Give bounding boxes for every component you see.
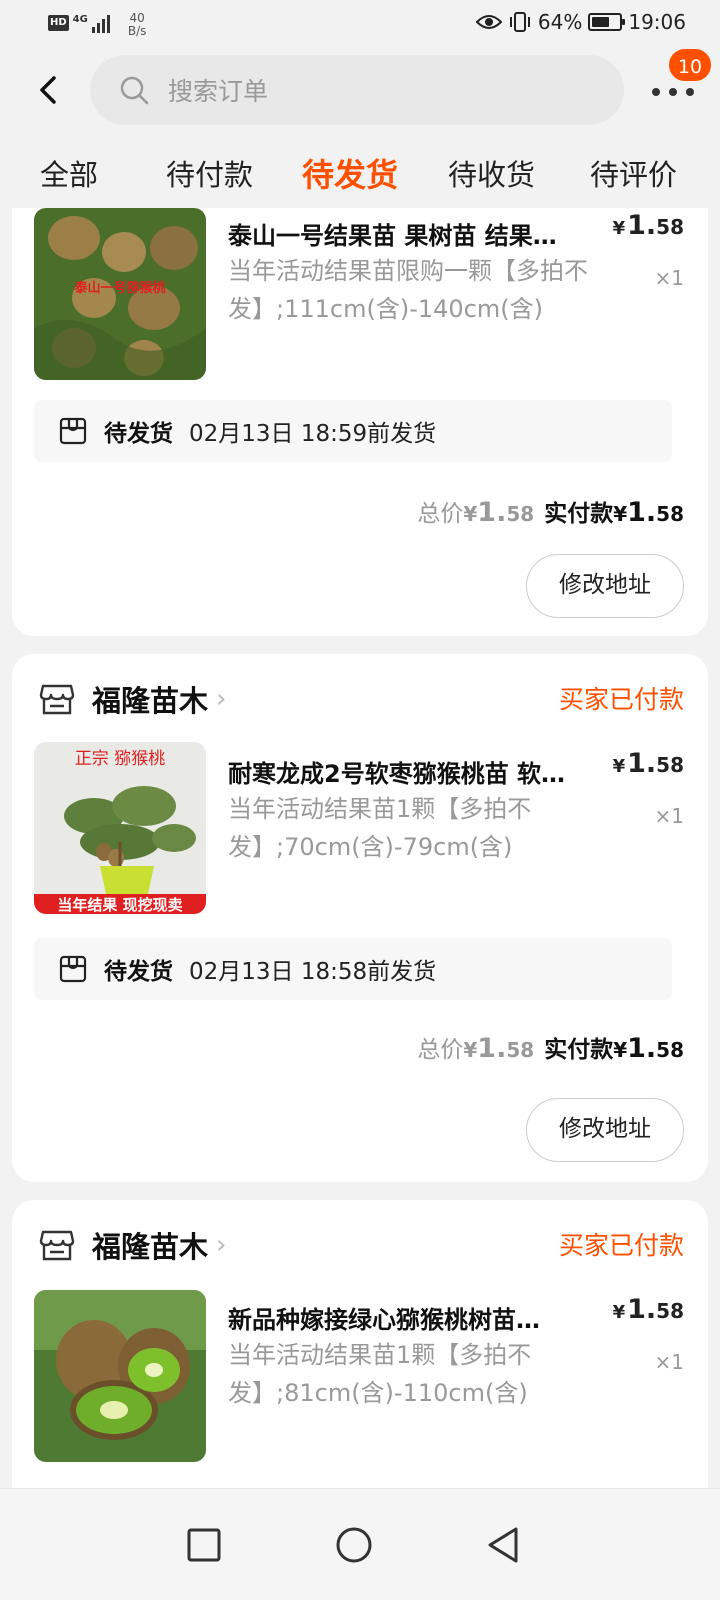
thumb-bottom-caption: 当年结果 现挖现卖 [57, 896, 182, 914]
product-price: ¥1.58 [612, 210, 684, 241]
product-sku: 当年活动结果苗1颗【多拍不发】;70cm(含)-79cm(含) [228, 795, 532, 861]
order-status: 买家已付款 [558, 1231, 684, 1260]
package-icon [59, 955, 87, 983]
product-price: ¥1.58 [612, 1294, 684, 1325]
status-left: HD 4G 40 B/s [48, 12, 146, 38]
product-qty: ×1 [654, 1350, 684, 1374]
chevron-left-icon [40, 76, 56, 104]
ship-deadline: 02月13日 18:58前发货 [189, 959, 437, 985]
package-icon [59, 417, 87, 445]
network-type: 4G [72, 14, 88, 25]
order-card: 福隆苗木 › 买家已付款 新品种嫁接绿心猕猴桃树苗… ¥1.58 当年活动结果苗… [12, 1200, 708, 1520]
order-status: 买家已付款 [558, 685, 684, 714]
thumb-caption: 泰山一号猕猴桃 [73, 280, 165, 296]
search-placeholder: 搜索订单 [168, 77, 269, 106]
battery-percent: 64% [537, 10, 583, 34]
product-image[interactable]: 泰山一号猕猴桃 [34, 208, 206, 380]
system-nav-bar [0, 1488, 720, 1600]
header: 搜索订单 [0, 50, 720, 130]
order-list: 泰山一号猕猴桃 泰山一号结果苗 果树苗 结果… ¥1.58 当年活动结果苗限购一… [0, 208, 720, 1520]
hd-badge: HD [48, 15, 69, 31]
triangle-back-icon [488, 1527, 518, 1563]
order-totals: 总价 ¥1.58 实付款 ¥1.58 [417, 497, 684, 528]
back-button[interactable] [30, 70, 70, 110]
product-image[interactable] [34, 1290, 206, 1462]
ship-deadline: 02月13日 18:59前发货 [189, 421, 437, 447]
shipping-info[interactable]: 待发货 02月13日 18:58前发货 [34, 938, 672, 1000]
chevron-right-icon: › [216, 684, 227, 714]
tab-all[interactable]: 全部 [40, 152, 98, 194]
shop-link[interactable]: 福隆苗木 › [38, 678, 226, 720]
shop-name: 福隆苗木 [92, 684, 209, 718]
net-speed-unit: B/s [127, 24, 147, 38]
store-icon [39, 684, 75, 715]
search-input[interactable]: 搜索订单 [90, 55, 624, 125]
tab-pending-receipt[interactable]: 待收货 [448, 152, 535, 194]
shipping-info[interactable]: 待发货 02月13日 18:59前发货 [34, 400, 672, 462]
square-recents-icon [187, 1528, 221, 1562]
order-card: 泰山一号猕猴桃 泰山一号结果苗 果树苗 结果… ¥1.58 当年活动结果苗限购一… [12, 208, 708, 636]
ship-status: 待发货 [104, 959, 173, 985]
net-speed: 40 B/s [128, 12, 147, 38]
tab-pending-payment[interactable]: 待付款 [166, 152, 253, 194]
order-totals: 总价 ¥1.58 实付款 ¥1.58 [417, 1033, 684, 1064]
chevron-right-icon: › [216, 1230, 227, 1260]
kiwi-photo: 泰山一号猕猴桃 [34, 208, 206, 380]
product-qty: ×1 [654, 266, 684, 290]
back-nav-button[interactable] [484, 1525, 524, 1565]
search-icon [120, 76, 149, 105]
battery-icon [588, 13, 626, 31]
tab-pending-review[interactable]: 待评价 [590, 152, 677, 194]
ship-status: 待发货 [104, 421, 173, 447]
product-price: ¥1.58 [612, 748, 684, 779]
product-title[interactable]: 泰山一号结果苗 果树苗 结果… [228, 216, 598, 251]
modify-address-button[interactable]: 修改地址 [526, 554, 684, 618]
net-speed-value: 40 [129, 11, 145, 25]
battery-level [592, 17, 609, 27]
shop-name: 福隆苗木 [92, 1230, 209, 1264]
kiwi-fruit-photo [34, 1290, 206, 1462]
product-title[interactable]: 新品种嫁接绿心猕猴桃树苗… [228, 1300, 598, 1335]
status-bar: HD 4G 40 B/s 64% 19:06 [0, 0, 720, 50]
product-qty: ×1 [654, 804, 684, 828]
order-card: 福隆苗木 › 买家已付款 正宗 猕猴桃 当年结果 现挖现卖 耐寒龙成2号软枣猕猴… [12, 654, 708, 1182]
tab-pending-shipment[interactable]: 待发货 [302, 150, 398, 196]
clock: 19:06 [628, 10, 686, 34]
notification-badge: 10 [667, 47, 713, 83]
status-right: 64% 19:06 [475, 10, 686, 34]
circle-home-icon [336, 1527, 372, 1563]
home-button[interactable] [334, 1525, 374, 1565]
vibrate-icon [509, 12, 530, 32]
product-image[interactable]: 正宗 猕猴桃 当年结果 现挖现卖 [34, 742, 206, 914]
order-tabs: 全部 待付款 待发货 待收货 待评价 [0, 140, 720, 208]
modify-address-button[interactable]: 修改地址 [526, 1098, 684, 1162]
signal-icon [91, 13, 110, 33]
kiwi-plant-photo: 正宗 猕猴桃 当年结果 现挖现卖 [34, 742, 206, 914]
product-sku: 当年活动结果苗1颗【多拍不发】;81cm(含)-110cm(含) [228, 1341, 532, 1407]
more-dots-icon [652, 88, 694, 96]
recents-button[interactable] [184, 1525, 224, 1565]
shop-link[interactable]: 福隆苗木 › [38, 1224, 226, 1266]
product-title[interactable]: 耐寒龙成2号软枣猕猴桃苗 软… [228, 754, 598, 789]
thumb-top-caption: 正宗 猕猴桃 [75, 749, 165, 769]
store-icon [39, 1230, 75, 1261]
product-sku: 当年活动结果苗限购一颗【多拍不发】;111cm(含)-140cm(含) [228, 257, 588, 323]
eye-icon [475, 15, 502, 29]
